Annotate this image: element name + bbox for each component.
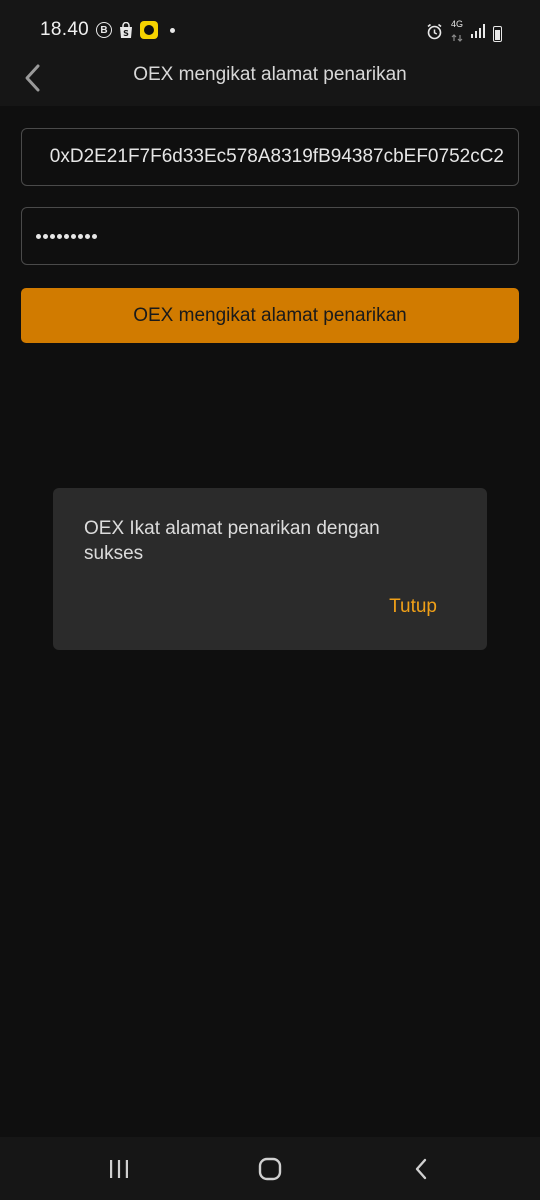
password-dot [92,234,97,239]
data-arrows-icon: 4G [451,20,463,47]
password-dot [78,234,83,239]
password-dot [43,234,48,239]
password-input[interactable] [21,207,519,265]
system-back-button[interactable] [401,1155,441,1183]
password-dot [50,234,55,239]
page-title: OEX mengikat alamat penarikan [133,64,407,85]
dialog-message: OEX Ikat alamat penarikan dengan sukses [84,518,380,564]
password-dots [36,224,97,239]
recent-apps-button[interactable] [99,1155,139,1183]
password-dot [36,234,41,239]
camera-app-icon [140,21,158,39]
alarm-icon [426,23,443,45]
navigation-bar [0,1137,540,1200]
password-dot [57,234,62,239]
password-dot [71,234,76,239]
app-header: OEX mengikat alamat penarikan [0,50,540,106]
svg-text:S: S [123,29,129,38]
address-input[interactable]: 0xD2E21F7F6d33Ec578A8319fB94387cbEF0752c… [21,128,519,186]
circle-b-icon: B [96,22,112,38]
password-dot [64,234,69,239]
status-right-icons: 4G [426,20,502,47]
shopping-bag-icon: S [118,21,134,39]
recent-apps-icon [110,1160,128,1178]
password-dot [85,234,90,239]
bind-address-button[interactable]: OEX mengikat alamat penarikan [21,288,519,343]
back-icon [415,1158,427,1180]
address-value: 0xD2E21F7F6d33Ec578A8319fB94387cbEF0752c… [49,146,504,167]
status-bar: 18.40 B S 4G [0,0,540,50]
signal-icon [471,24,485,43]
home-icon [258,1157,282,1181]
success-dialog: OEX Ikat alamat penarikan dengan sukses … [53,488,487,650]
dialog-close-button[interactable]: Tutup [389,596,437,618]
home-button[interactable] [250,1155,290,1183]
notification-dot-icon [170,27,175,33]
battery-icon [493,25,502,42]
status-time: 18.40 [40,19,90,40]
status-left-icons: B S [96,21,175,39]
